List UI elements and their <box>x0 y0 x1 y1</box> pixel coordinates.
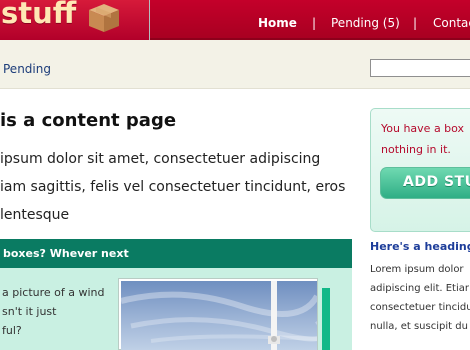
nav-home[interactable]: Home <box>258 16 297 30</box>
nav-contact[interactable]: Contac <box>433 16 470 30</box>
section-line: sn't it just <box>2 305 57 318</box>
paragraph-line: lentesque <box>0 207 70 223</box>
nav-pending[interactable]: Pending (5) <box>331 16 400 30</box>
sidebar-line: adipiscing elit. Etiar <box>370 283 469 294</box>
paragraph-line: iam sagittis, felis vel consectetuer tin… <box>0 179 346 195</box>
paragraph-line: ipsum dolor sit amet, consectetuer adipi… <box>0 151 321 167</box>
section-line: a picture of a wind <box>2 286 105 299</box>
callout-line: You have a box <box>381 122 465 135</box>
add-stuff-button[interactable]: ADD STUF <box>380 167 470 199</box>
sidebar-line: consectetuer tincidu <box>370 302 470 313</box>
photo-image <box>121 281 317 350</box>
nav-separator: | <box>312 16 317 30</box>
section-line: ful? <box>2 324 22 337</box>
callout-line: nothing in it. <box>381 143 451 156</box>
logo-text: stuff <box>1 0 77 30</box>
site-logo[interactable]: stuff <box>0 0 150 40</box>
box-icon <box>89 4 119 32</box>
add-stuff-label: ADD STUF <box>403 174 470 190</box>
section-heading-bar: boxes? Whever next <box>0 239 352 268</box>
search-input[interactable] <box>370 59 470 77</box>
nav-separator: | <box>413 16 418 30</box>
section-text: a picture of a wind sn't it just ful? <box>2 283 105 340</box>
sidebar-text: Lorem ipsum dolor adipiscing elit. Etiar… <box>370 260 470 336</box>
callout-message: You have a box nothing in it. <box>381 118 464 160</box>
sidebar-line: Lorem ipsum dolor <box>370 264 464 275</box>
intro-paragraph: ipsum dolor sit amet, consectetuer adipi… <box>0 145 345 229</box>
sidebar-heading[interactable]: Here's a heading <box>370 240 470 253</box>
sidebar-line: nulla, et suscipit du <box>370 321 468 332</box>
breadcrumb-pending[interactable]: Pending <box>3 62 51 76</box>
wind-turbine-photo <box>121 281 317 350</box>
page-title: is a content page <box>0 110 177 131</box>
section-heading: boxes? Whever next <box>3 247 129 260</box>
accent-bar <box>322 288 330 350</box>
